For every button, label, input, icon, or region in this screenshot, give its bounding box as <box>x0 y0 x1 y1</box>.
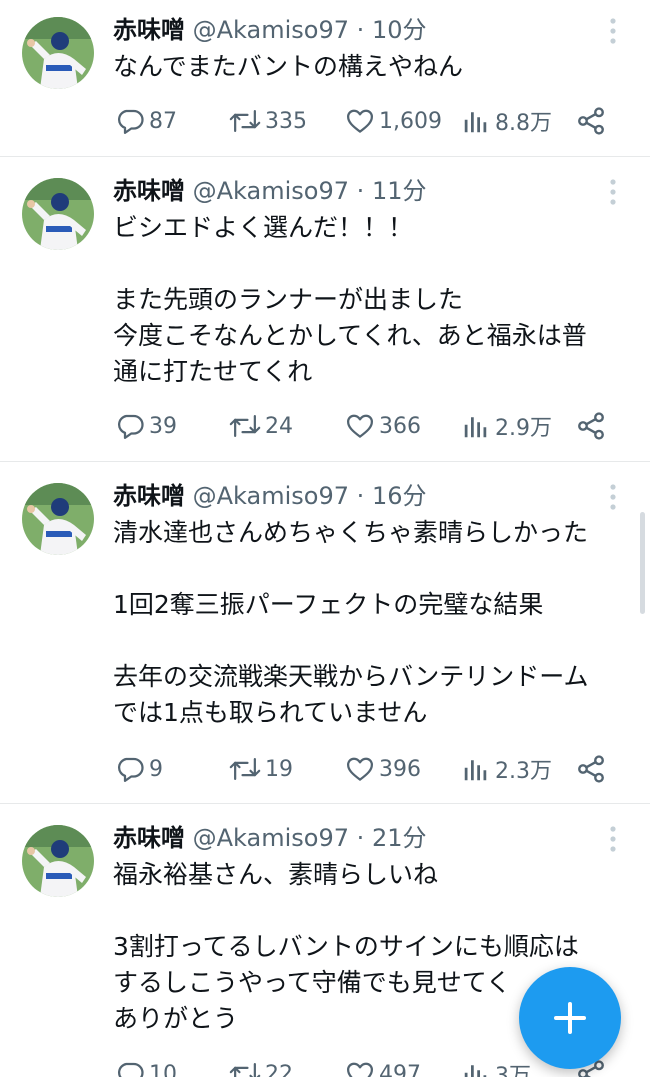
retweet-count: 24 <box>265 413 293 439</box>
like-icon <box>347 109 373 133</box>
tweet[interactable]: 赤味噌 @Akamiso97 · 11分 ビシエドよく選んだ！！！ また先頭のラ… <box>0 157 650 462</box>
views-count: 2.3万 <box>495 759 552 784</box>
retweet-icon <box>229 110 261 132</box>
avatar[interactable] <box>22 825 94 897</box>
timestamp[interactable]: 16分 <box>372 482 427 510</box>
tweet-header: 赤味噌 @Akamiso97 · 16分 <box>113 479 426 513</box>
retweet-button[interactable]: 22 <box>229 1054 293 1077</box>
more-icon[interactable] <box>600 177 626 207</box>
share-icon <box>578 107 604 135</box>
like-button[interactable]: 497 <box>345 1054 421 1077</box>
handle[interactable]: @Akamiso97 <box>193 177 349 205</box>
compose-icon <box>554 1002 586 1034</box>
reply-icon <box>118 1062 144 1077</box>
views-button[interactable]: 8.8万 <box>461 101 552 141</box>
tweet-actions: 9 19 396 2.3万 <box>113 749 613 789</box>
views-count: 8.8万 <box>495 111 552 136</box>
views-icon <box>464 417 487 438</box>
handle[interactable]: @Akamiso97 <box>193 824 349 852</box>
more-icon[interactable] <box>600 824 626 854</box>
like-count: 1,609 <box>379 108 442 134</box>
timestamp[interactable]: 10分 <box>372 16 427 44</box>
tweet-actions: 87 335 1,609 8.8万 <box>113 101 613 141</box>
retweet-button[interactable]: 24 <box>229 406 293 446</box>
like-count: 497 <box>379 1061 421 1077</box>
like-button[interactable]: 366 <box>345 406 421 446</box>
like-icon <box>347 757 373 781</box>
tweet-text: ビシエドよく選んだ！！！ また先頭のランナーが出ました 今度こそなんとかしてくれ… <box>113 213 587 386</box>
timestamp[interactable]: 11分 <box>372 177 427 205</box>
share-button[interactable] <box>575 406 607 446</box>
retweet-icon <box>229 1063 261 1077</box>
share-icon <box>578 755 604 783</box>
timestamp[interactable]: 21分 <box>372 824 427 852</box>
reply-count: 87 <box>149 108 177 134</box>
like-button[interactable]: 1,609 <box>345 101 442 141</box>
tweet-header: 赤味噌 @Akamiso97 · 21分 <box>113 821 426 855</box>
avatar[interactable] <box>22 483 94 555</box>
retweet-icon <box>229 758 261 780</box>
display-name[interactable]: 赤味噌 <box>113 482 185 510</box>
views-count: 3万 <box>495 1064 531 1077</box>
like-icon <box>347 414 373 438</box>
like-count: 366 <box>379 413 421 439</box>
retweet-count: 335 <box>265 108 307 134</box>
share-button[interactable] <box>575 101 607 141</box>
avatar[interactable] <box>22 17 94 89</box>
tweet-text: なんでまたバントの構えやねん <box>113 52 464 81</box>
display-name[interactable]: 赤味噌 <box>113 824 185 852</box>
more-icon[interactable] <box>600 16 626 46</box>
views-icon <box>464 112 487 133</box>
meta-separator: · <box>356 16 365 44</box>
meta-separator: · <box>356 824 365 852</box>
tweet-actions: 39 24 366 2.9万 <box>113 406 613 446</box>
share-button[interactable] <box>575 749 607 789</box>
tweet-header: 赤味噌 @Akamiso97 · 10分 <box>113 13 426 47</box>
compose-button[interactable] <box>519 967 621 1069</box>
meta-separator: · <box>356 177 365 205</box>
reply-button[interactable]: 87 <box>115 101 177 141</box>
reply-icon <box>118 414 144 439</box>
views-button[interactable]: 2.9万 <box>461 406 552 446</box>
like-count: 396 <box>379 756 421 782</box>
reply-button[interactable]: 9 <box>115 749 163 789</box>
reply-icon <box>118 757 144 782</box>
more-icon[interactable] <box>600 482 626 512</box>
reply-count: 9 <box>149 756 163 782</box>
scrollbar-thumb[interactable] <box>640 512 645 614</box>
reply-button[interactable]: 39 <box>115 406 177 446</box>
tweet-header: 赤味噌 @Akamiso97 · 11分 <box>113 174 426 208</box>
avatar[interactable] <box>22 178 94 250</box>
retweet-button[interactable]: 19 <box>229 749 293 789</box>
display-name[interactable]: 赤味噌 <box>113 16 185 44</box>
views-button[interactable]: 3万 <box>461 1054 531 1077</box>
views-button[interactable]: 2.3万 <box>461 749 552 789</box>
retweet-button[interactable]: 335 <box>229 101 307 141</box>
views-icon <box>464 1065 487 1077</box>
display-name[interactable]: 赤味噌 <box>113 177 185 205</box>
like-icon <box>347 1062 373 1077</box>
tweet[interactable]: 赤味噌 @Akamiso97 · 10分 なんでまたバントの構えやねん 87 3… <box>0 0 650 157</box>
retweet-icon <box>229 415 261 437</box>
tweet-text: 清水達也さんめちゃくちゃ素晴らしかった 1回2奪三振パーフェクトの完璧な結果 去… <box>113 518 589 727</box>
views-count: 2.9万 <box>495 416 552 441</box>
reply-icon <box>118 109 144 134</box>
handle[interactable]: @Akamiso97 <box>193 16 349 44</box>
timeline: 赤味噌 @Akamiso97 · 10分 なんでまたバントの構えやねん 87 3… <box>0 0 650 1077</box>
tweet[interactable]: 赤味噌 @Akamiso97 · 16分 清水達也さんめちゃくちゃ素晴らしかった… <box>0 462 650 804</box>
views-icon <box>464 760 487 781</box>
reply-button[interactable]: 10 <box>115 1054 177 1077</box>
share-icon <box>578 412 604 440</box>
retweet-count: 22 <box>265 1061 293 1077</box>
handle[interactable]: @Akamiso97 <box>193 482 349 510</box>
retweet-count: 19 <box>265 756 293 782</box>
reply-count: 10 <box>149 1061 177 1077</box>
reply-count: 39 <box>149 413 177 439</box>
like-button[interactable]: 396 <box>345 749 421 789</box>
meta-separator: · <box>356 482 365 510</box>
